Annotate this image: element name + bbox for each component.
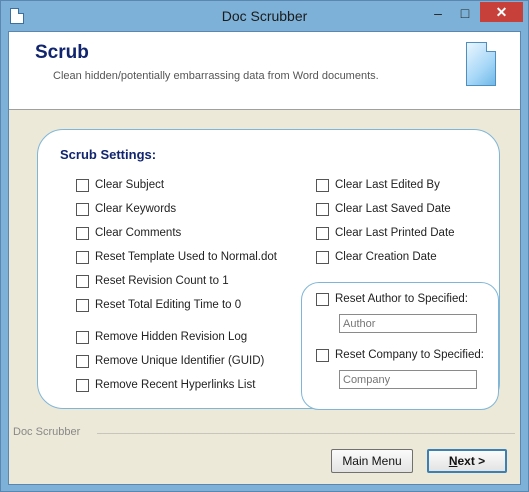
- remove-hyperlinks-option[interactable]: Remove Recent Hyperlinks List: [76, 377, 255, 393]
- page-title: Scrub: [35, 42, 89, 63]
- page-subtitle: Clean hidden/potentially embarrassing da…: [53, 70, 379, 82]
- document-icon: [466, 42, 496, 86]
- option-label: Reset Author to Specified:: [335, 293, 468, 305]
- reset-company-option[interactable]: Reset Company to Specified:: [316, 347, 484, 363]
- scrub-settings-group: Scrub Settings: Clear Subject Clear Keyw…: [37, 129, 500, 410]
- checkbox[interactable]: [316, 226, 329, 240]
- option-label: Remove Unique Identifier (GUID): [95, 355, 265, 367]
- remove-revision-log-option[interactable]: Remove Hidden Revision Log: [76, 329, 247, 345]
- footer-divider: [97, 433, 515, 434]
- option-label: Clear Last Printed Date: [335, 227, 455, 239]
- checkbox[interactable]: [316, 202, 329, 216]
- checkbox[interactable]: [76, 226, 89, 240]
- clear-creation-date-option[interactable]: Clear Creation Date: [316, 249, 437, 265]
- close-button[interactable]: ✕: [480, 2, 523, 22]
- option-label: Clear Subject: [95, 179, 165, 191]
- checkbox[interactable]: [76, 378, 89, 392]
- checkbox[interactable]: [76, 274, 89, 288]
- checkbox[interactable]: [316, 178, 329, 192]
- option-label: Remove Hidden Revision Log: [95, 331, 248, 343]
- author-input[interactable]: [339, 314, 477, 333]
- title-bar[interactable]: Doc Scrubber – □ ✕: [1, 1, 528, 31]
- checkbox[interactable]: [316, 292, 329, 306]
- group-title: Scrub Settings:: [60, 147, 157, 162]
- reset-revision-count-option[interactable]: Reset Revision Count to 1: [76, 273, 229, 289]
- clear-last-saved-date-option[interactable]: Clear Last Saved Date: [316, 201, 451, 217]
- option-label: Clear Last Edited By: [335, 179, 440, 191]
- wizard-header: Scrub Clean hidden/potentially embarrass…: [9, 32, 520, 110]
- checkbox[interactable]: [76, 330, 89, 344]
- remove-guid-option[interactable]: Remove Unique Identifier (GUID): [76, 353, 264, 369]
- option-label: Clear Creation Date: [335, 251, 437, 263]
- checkbox[interactable]: [316, 250, 329, 264]
- checkbox[interactable]: [76, 298, 89, 312]
- option-label: Clear Last Saved Date: [335, 203, 451, 215]
- checkbox[interactable]: [316, 348, 329, 362]
- checkbox[interactable]: [76, 178, 89, 192]
- main-menu-button[interactable]: Main Menu: [331, 449, 413, 473]
- option-label: Reset Total Editing Time to 0: [95, 299, 242, 311]
- clear-last-edited-by-option[interactable]: Clear Last Edited By: [316, 177, 440, 193]
- reset-author-option[interactable]: Reset Author to Specified:: [316, 291, 468, 307]
- reset-editing-time-option[interactable]: Reset Total Editing Time to 0: [76, 297, 241, 313]
- next-button[interactable]: Next >: [427, 449, 507, 473]
- option-label: Reset Revision Count to 1: [95, 275, 229, 287]
- option-label: Remove Recent Hyperlinks List: [95, 379, 256, 391]
- company-input[interactable]: [339, 370, 477, 389]
- app-window: Doc Scrubber – □ ✕ Scrub Clean hidden/po…: [0, 0, 529, 492]
- clear-subject-option[interactable]: Clear Subject: [76, 177, 164, 193]
- maximize-button[interactable]: □: [452, 3, 478, 23]
- checkbox[interactable]: [76, 250, 89, 264]
- footer-group-label: Doc Scrubber: [13, 426, 84, 438]
- option-label: Reset Template Used to Normal.dot: [95, 251, 277, 263]
- clear-last-printed-date-option[interactable]: Clear Last Printed Date: [316, 225, 455, 241]
- wizard-body: Scrub Clean hidden/potentially embarrass…: [8, 31, 521, 485]
- option-label: Reset Company to Specified:: [335, 349, 484, 361]
- minimize-button[interactable]: –: [425, 3, 451, 23]
- clear-comments-option[interactable]: Clear Comments: [76, 225, 181, 241]
- next-label: ext >: [457, 454, 486, 468]
- checkbox[interactable]: [76, 202, 89, 216]
- checkbox[interactable]: [76, 354, 89, 368]
- clear-keywords-option[interactable]: Clear Keywords: [76, 201, 176, 217]
- option-label: Clear Keywords: [95, 203, 177, 215]
- reset-fields-group: Reset Author to Specified: Reset Company…: [301, 282, 499, 410]
- reset-template-option[interactable]: Reset Template Used to Normal.dot: [76, 249, 277, 265]
- option-label: Clear Comments: [95, 227, 182, 239]
